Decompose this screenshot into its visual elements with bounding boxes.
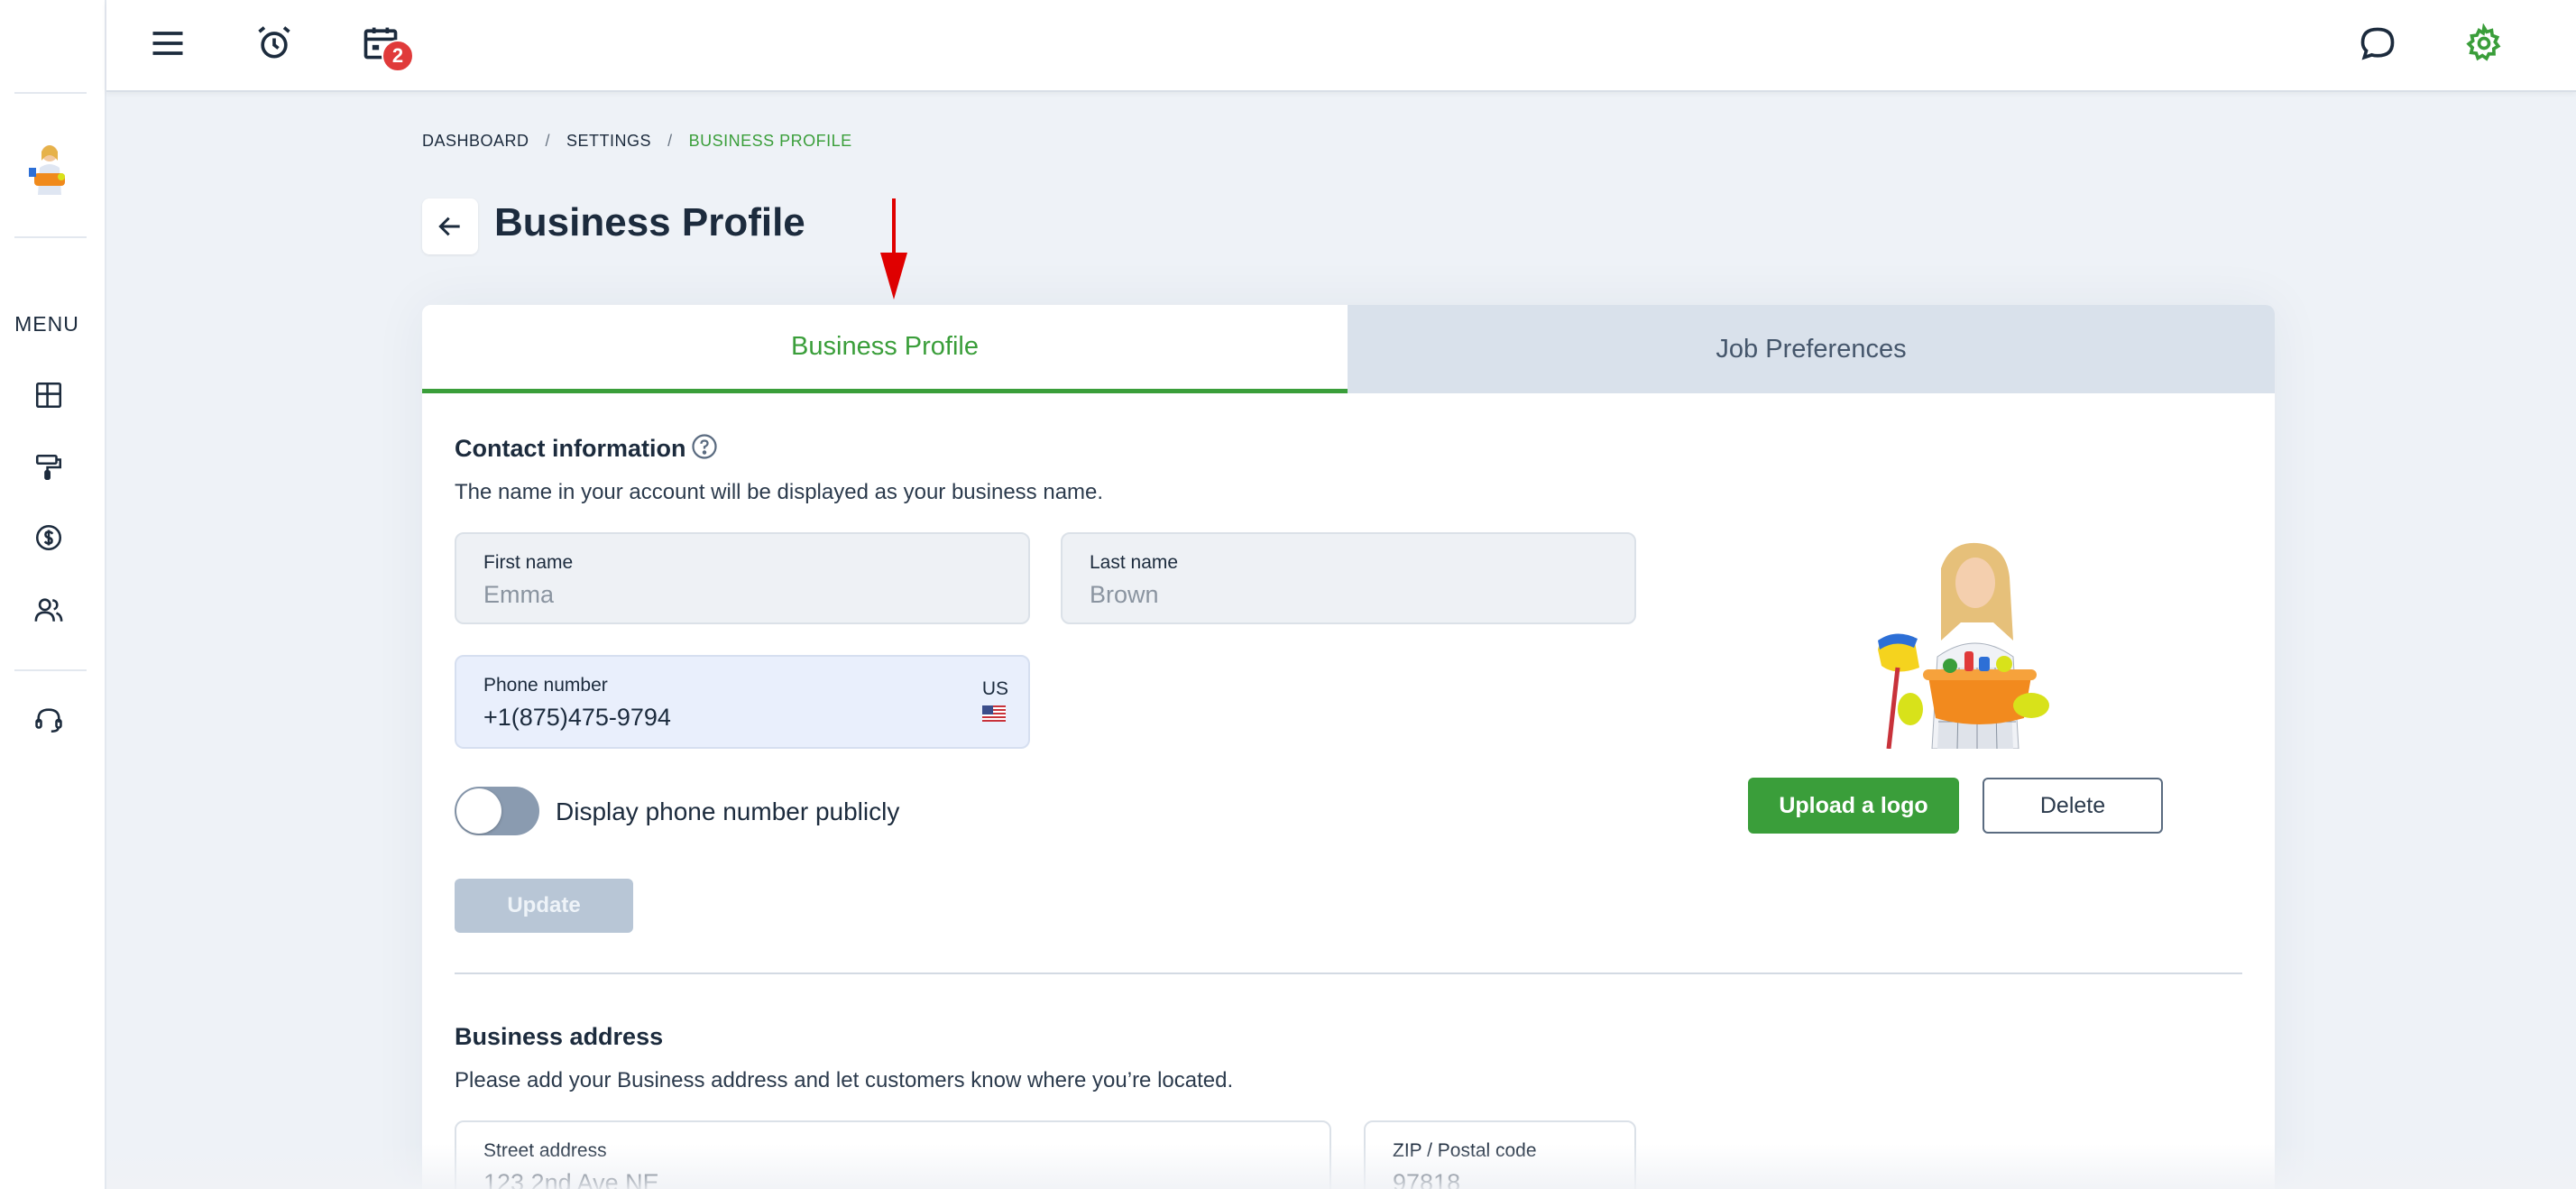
section-divider [455, 972, 2242, 974]
headset-icon [35, 708, 62, 733]
delete-logo-button[interactable]: Delete [1983, 778, 2163, 834]
zip-code-label: ZIP / Postal code [1393, 1140, 1537, 1161]
breadcrumb-settings[interactable]: SETTINGS [566, 132, 651, 151]
first-name-field[interactable]: First name Emma [455, 532, 1030, 624]
sidebar-divider [14, 92, 87, 94]
first-name-label: First name [483, 552, 574, 573]
tab-business-profile[interactable]: Business Profile [422, 305, 1348, 393]
country-selector[interactable]: US [981, 678, 1008, 722]
breadcrumb-separator: / [545, 132, 551, 150]
last-name-value: Brown [1090, 581, 1159, 608]
settings-button[interactable] [2459, 18, 2509, 69]
hamburger-icon [152, 32, 183, 55]
breadcrumb-business-profile: BUSINESS PROFILE [688, 132, 852, 150]
street-address-field[interactable]: Street address 123 2nd Ave NE [455, 1120, 1331, 1189]
sidebar-item-services[interactable] [31, 449, 67, 485]
street-address-label: Street address [483, 1140, 607, 1161]
annotation-arrow-icon [880, 198, 907, 300]
menu-toggle-button[interactable] [143, 18, 193, 69]
breadcrumb: DASHBOARD / SETTINGS / BUSINESS PROFILE [422, 132, 852, 151]
zip-code-value: 97818 [1393, 1169, 1461, 1189]
menu-label: MENU [14, 312, 79, 336]
messages-button[interactable] [2352, 18, 2403, 69]
address-section-subtitle: Please add your Business address and let… [455, 1068, 1234, 1092]
help-icon[interactable] [691, 433, 718, 460]
chat-icon [2360, 27, 2395, 60]
business-avatar[interactable] [25, 141, 74, 197]
sidebar-item-support[interactable] [31, 702, 67, 738]
paint-roller-icon [35, 454, 62, 481]
sidebar-divider [14, 236, 87, 238]
gear-icon [2466, 23, 2501, 61]
arrow-left-icon [438, 217, 460, 236]
display-phone-toggle[interactable] [455, 787, 539, 835]
last-name-label: Last name [1090, 552, 1179, 573]
dashboard-icon [35, 382, 62, 409]
notifications-button[interactable] [249, 18, 299, 69]
page-title: Business Profile [494, 200, 805, 244]
sidebar-item-payments[interactable] [31, 520, 67, 556]
sidebar-divider [14, 669, 87, 671]
sidebar-item-customers[interactable] [31, 592, 67, 628]
first-name-value: Emma [483, 581, 555, 608]
phone-number-label: Phone number [483, 675, 608, 696]
country-code: US [981, 678, 1008, 699]
phone-number-field[interactable]: Phone number +1(875)475-9794 US [455, 655, 1030, 749]
upload-logo-button[interactable]: Upload a logo [1748, 778, 1959, 834]
business-logo-image [1878, 542, 2049, 749]
profile-card: Business Profile Job Preferences Contact… [422, 305, 2275, 1189]
toggle-knob [456, 788, 501, 834]
update-button[interactable]: Update [455, 879, 633, 933]
breadcrumb-dashboard[interactable]: DASHBOARD [422, 132, 529, 151]
back-button[interactable] [422, 198, 478, 254]
dollar-icon [35, 524, 62, 551]
zip-code-field[interactable]: ZIP / Postal code 97818 [1364, 1120, 1636, 1189]
us-flag-icon [981, 705, 1006, 722]
notification-count-badge: 2 [382, 40, 414, 72]
left-sidebar: MENU [0, 0, 106, 1189]
sidebar-item-dashboard[interactable] [31, 377, 67, 413]
last-name-field[interactable]: Last name Brown [1061, 532, 1636, 624]
top-bar: 2 [106, 0, 2576, 92]
breadcrumb-separator: / [667, 132, 673, 150]
contact-section-subtitle: The name in your account will be display… [455, 480, 1104, 504]
phone-number-value: +1(875)475-9794 [483, 704, 671, 731]
street-address-value: 123 2nd Ave NE [483, 1169, 659, 1189]
contact-section-title: Contact information [455, 435, 686, 462]
alarm-clock-icon [258, 26, 290, 59]
display-phone-label: Display phone number publicly [556, 797, 900, 825]
address-section-title: Business address [455, 1023, 664, 1050]
tab-job-preferences[interactable]: Job Preferences [1348, 305, 2275, 393]
users-icon [34, 598, 63, 622]
